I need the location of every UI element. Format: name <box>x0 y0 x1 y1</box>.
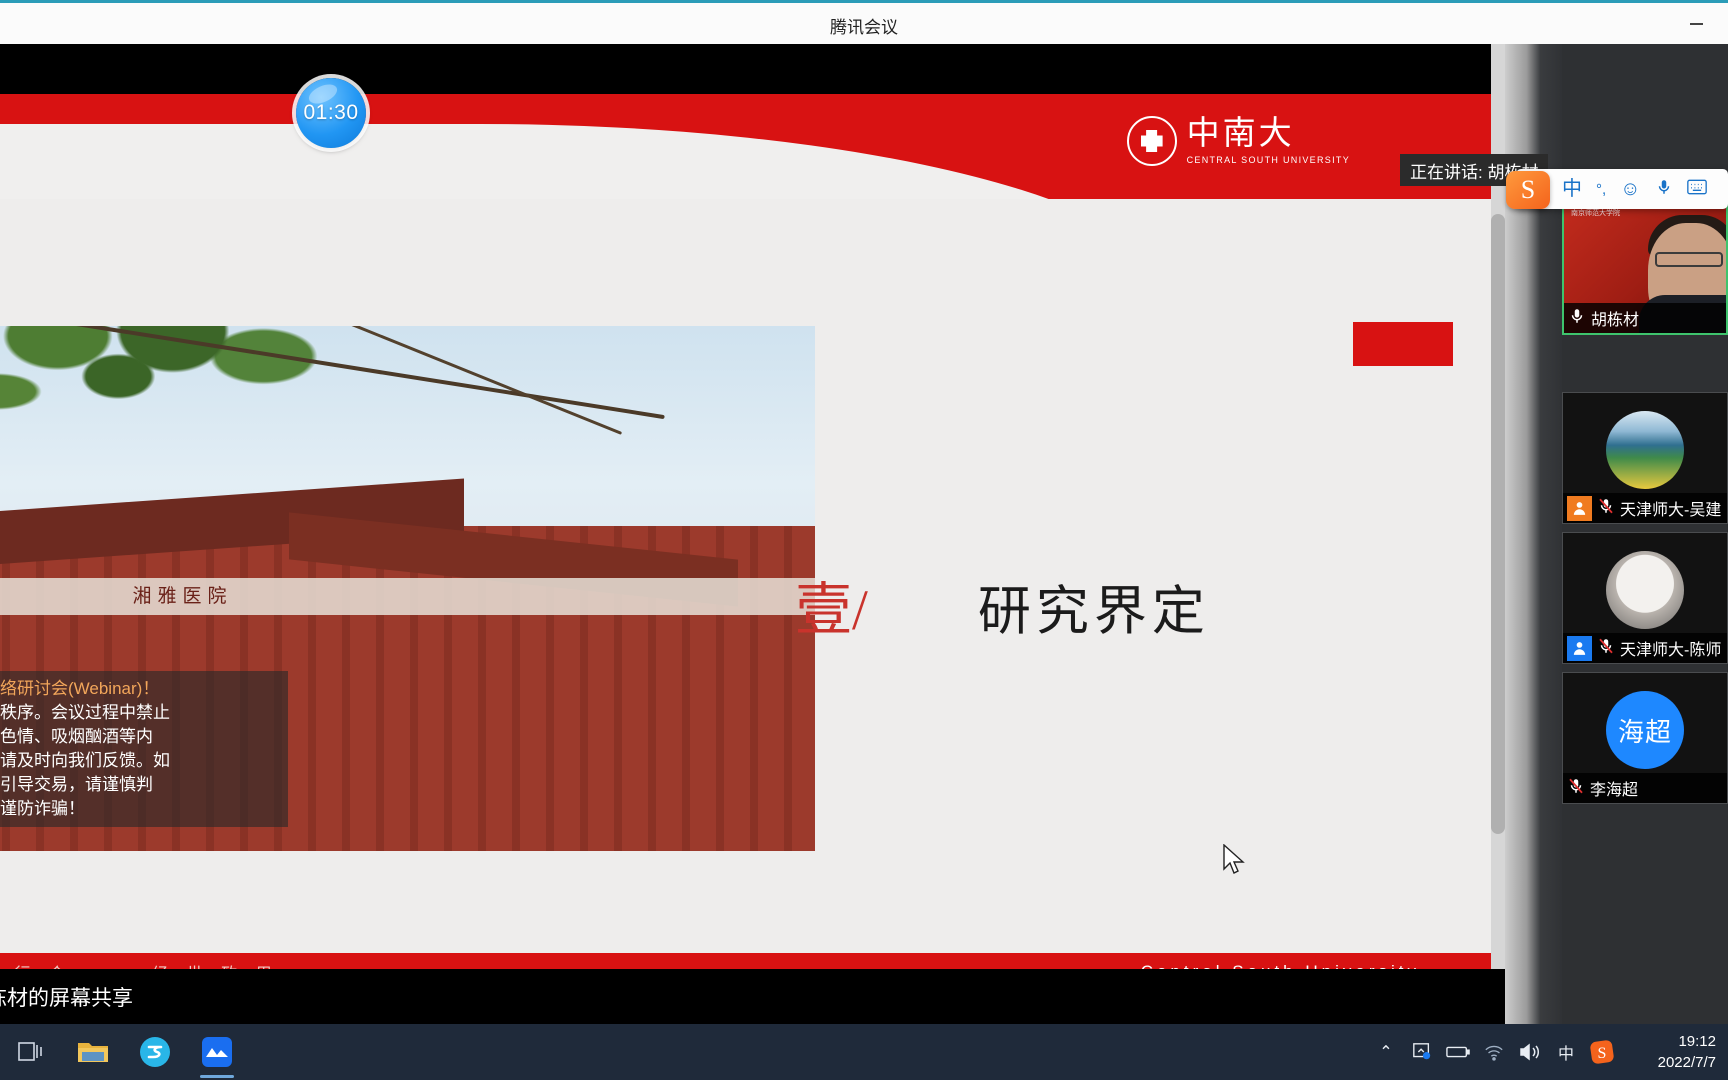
tray-wifi-icon[interactable] <box>1476 1024 1512 1080</box>
participant-tile[interactable]: 天津师大-吴建 <box>1562 392 1728 524</box>
webinar-notice-line-5: 在会议过程中引导交易，请谨慎判 <box>0 775 153 794</box>
participant-tile-speaking[interactable]: 南京师范大学院 胡栋材 <box>1562 200 1728 335</box>
participant-tile[interactable]: 天津师大-陈师 <box>1562 532 1728 664</box>
ime-emoji-icon[interactable]: ☺ <box>1620 179 1640 199</box>
windows-taskbar: ⌃ 中 S 19:12 2022/7/7 <box>0 1024 1728 1080</box>
webinar-notice-line-2: 共同维护大会秩序。会议过程中禁止 <box>0 703 170 722</box>
participant-virtual-background-logo: 南京师范大学院 <box>1571 210 1620 217</box>
meeting-timer-value: 01:30 <box>303 101 359 124</box>
participant-label: 天津师大-吴建 <box>1563 493 1727 523</box>
avatar <box>1606 411 1684 490</box>
slide-red-accent-block <box>1353 322 1453 366</box>
photo-building-sign: 湘雅医院 <box>132 585 233 607</box>
avatar-initials: 海超 <box>1606 691 1684 770</box>
tray-sogou-icon[interactable]: S <box>1584 1024 1620 1080</box>
participant-glasses <box>1654 251 1723 267</box>
participant-label: 天津师大-陈师 <box>1563 633 1727 663</box>
slide-header-curve <box>0 124 1180 199</box>
window-title: 腾讯会议 <box>830 18 898 37</box>
host-badge-icon <box>1567 495 1592 521</box>
university-name: 中南大 CENTRAL SOUTH UNIVERSITY <box>1186 115 1350 165</box>
mic-on-icon <box>1568 307 1586 330</box>
taskbar-time: 19:12 <box>1678 1033 1716 1050</box>
shared-screen-region[interactable]: 中南大 CENTRAL SOUTH UNIVERSITY 湘雅医院 壹/ 研究界… <box>0 44 1505 969</box>
avatar <box>1606 551 1684 630</box>
webinar-notice-line-6: 意财产安全，谨防诈骗！ <box>0 799 85 818</box>
ime-voice-icon[interactable] <box>1655 178 1673 200</box>
taskbar-date: 2022/7/7 <box>1657 1054 1716 1071</box>
mic-off-icon <box>1567 777 1585 800</box>
slide-footer-university: Central South University <box>1141 962 1420 969</box>
mouse-cursor <box>1222 843 1248 883</box>
presentation-slide: 中南大 CENTRAL SOUTH UNIVERSITY 湘雅医院 壹/ 研究界… <box>0 94 1505 969</box>
slide-section-heading: 壹/ 研究界定 <box>795 564 1210 646</box>
screen-share-status-text: 栋材的屏幕共享 <box>0 986 133 1010</box>
scrollbar-thumb[interactable] <box>1491 214 1505 834</box>
ime-toolbar[interactable]: S 中 °, ☺ <box>1506 169 1728 209</box>
university-seal-icon <box>1126 116 1177 166</box>
slide-section-number: 壹/ <box>795 579 868 642</box>
tray-volume-icon[interactable] <box>1512 1024 1548 1080</box>
participant-label: 李海超 <box>1563 773 1727 803</box>
ime-punctuation-toggle[interactable]: °, <box>1596 182 1606 197</box>
webinar-notice-toast: 入腾讯会议网络研讨会(Webinar)！ 共同维护大会秩序。会议过程中禁止 法违… <box>0 671 288 827</box>
participant-label: 胡栋材 <box>1564 303 1726 333</box>
webinar-notice-line-1: 入腾讯会议网络研讨会(Webinar)！ <box>0 679 160 698</box>
photo-foliage <box>0 326 445 578</box>
tencent-meeting-icon[interactable] <box>186 1024 248 1080</box>
tray-battery-icon[interactable] <box>1440 1024 1476 1080</box>
minimize-button[interactable] <box>1672 3 1720 44</box>
file-explorer-icon[interactable] <box>62 1024 124 1080</box>
slide-section-title: 研究界定 <box>977 583 1210 641</box>
webinar-notice-line-4: 发现违规行为请及时向我们反馈。如 <box>0 751 170 770</box>
seal-knot-icon <box>1140 130 1163 152</box>
host-badge-icon <box>1567 635 1592 661</box>
participant-name: 天津师大-陈师 <box>1620 642 1722 659</box>
university-name-en: CENTRAL SOUTH UNIVERSITY <box>1186 154 1350 165</box>
participant-name: 李海超 <box>1590 782 1639 799</box>
screen-share-status-bar: 栋材的屏幕共享 <box>0 969 1505 1024</box>
meeting-timer-badge[interactable]: 01:30 <box>296 78 366 148</box>
minimize-icon <box>1689 22 1703 25</box>
university-logo: 中南大 CENTRAL SOUTH UNIVERSITY <box>1126 115 1350 166</box>
tray-chevron-icon[interactable]: ⌃ <box>1368 1024 1404 1080</box>
ime-keyboard-icon[interactable] <box>1686 179 1707 199</box>
slide-footer-band: 知 行 合 一 、 经 世 致 用 Central South Universi… <box>0 953 1505 969</box>
participant-name: 胡栋材 <box>1591 312 1640 329</box>
participant-name: 天津师大-吴建 <box>1620 502 1722 519</box>
browser-icon[interactable] <box>124 1024 186 1080</box>
task-view-icon[interactable] <box>0 1024 62 1080</box>
window-title-bar: 腾讯会议 <box>0 0 1728 44</box>
mic-off-icon <box>1597 637 1615 660</box>
university-name-cn: 中南大 <box>1186 115 1295 152</box>
mic-off-icon <box>1597 497 1615 520</box>
photo-facade-band <box>0 578 815 615</box>
ime-mode-toggle[interactable]: 中 <box>1562 179 1582 199</box>
webinar-notice-line-3: 法违规、低俗色情、吸烟酗酒等内 <box>0 727 153 746</box>
slide-header-band: 中南大 CENTRAL SOUTH UNIVERSITY <box>0 94 1505 199</box>
slide-footer-motto: 知 行 合 一 、 经 世 致 用 <box>0 960 279 969</box>
participant-tile[interactable]: 海超 李海超 <box>1562 672 1728 804</box>
svg-text:S: S <box>1598 1045 1607 1062</box>
meeting-body: 中南大 CENTRAL SOUTH UNIVERSITY 湘雅医院 壹/ 研究界… <box>0 44 1728 1024</box>
taskbar-clock[interactable]: 19:12 2022/7/7 <box>1620 1024 1728 1080</box>
system-tray: ⌃ 中 S 19:12 2022/7/7 <box>1368 1024 1728 1080</box>
sogou-logo-icon[interactable]: S <box>1506 171 1550 209</box>
tray-ime-icon[interactable]: 中 <box>1548 1024 1584 1080</box>
tray-sync-icon[interactable] <box>1404 1024 1440 1080</box>
